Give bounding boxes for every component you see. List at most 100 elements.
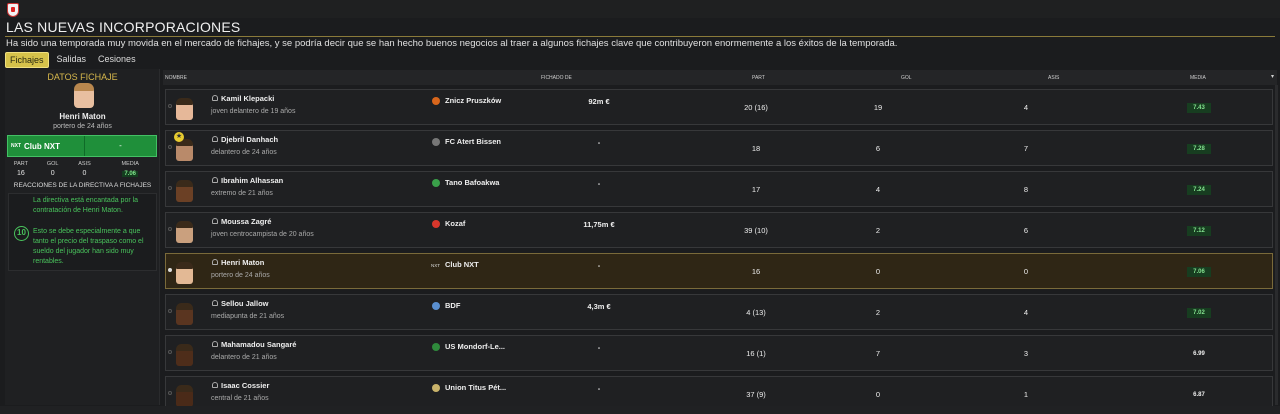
table-row[interactable]: Ibrahim Alhassan extremo de 21 años Tano B… — [165, 171, 1273, 207]
assists: 6 — [1023, 226, 1029, 235]
reaction-text-1: La directiva está encantada por la contr… — [33, 197, 139, 214]
club-name[interactable]: FC Atert Bissen — [445, 137, 501, 146]
player-name[interactable]: Mahamadou Sangaré — [221, 340, 296, 349]
club-badge-icon — [432, 179, 440, 187]
stat-value-asis: 0 — [82, 170, 87, 177]
club-badge-icon — [432, 384, 440, 392]
assists: 8 — [1023, 185, 1029, 194]
row-select-radio[interactable] — [168, 268, 172, 272]
stat-header-asis: ASIS — [78, 161, 91, 167]
col-header-gol[interactable]: GOL — [901, 75, 912, 81]
goals: 0 — [875, 390, 881, 399]
goals: 4 — [875, 185, 881, 194]
appearances: 39 (10) — [744, 226, 768, 235]
transfer-fee: 4,3m € — [587, 302, 611, 311]
player-face — [176, 262, 193, 284]
player-description: joven delantero de 19 años — [211, 108, 296, 115]
bottom-bar — [0, 406, 1280, 414]
average-rating: 6.87 — [1193, 392, 1205, 398]
table-row[interactable]: Henri Maton portero de 24 años NXT Club NXT… — [165, 253, 1273, 289]
club-crest-icon — [7, 3, 19, 17]
table-row[interactable]: Kamil Klepacki joven delantero de 19 años… — [165, 89, 1273, 125]
club-name[interactable]: US Mondorf-Le... — [445, 342, 505, 351]
player-avatar — [74, 83, 94, 108]
row-select-radio[interactable] — [168, 186, 172, 190]
average-rating: 7.24 — [1187, 185, 1211, 195]
col-header-media[interactable]: MEDIA — [1190, 75, 1206, 81]
table-row[interactable]: ★ Djebril Danhach delantero de 24 años FC A… — [165, 130, 1273, 166]
detail-player-name[interactable]: Henri Maton — [5, 112, 160, 121]
player-name[interactable]: Djebril Danhach — [221, 135, 278, 144]
reaction-text-2: Esto se debe especialmente a que tanto e… — [33, 228, 144, 265]
row-select-radio[interactable] — [168, 227, 172, 231]
player-name[interactable]: Moussa Zagré — [221, 217, 271, 226]
assists: 4 — [1023, 103, 1029, 112]
title-divider — [5, 36, 1275, 37]
player-face — [176, 221, 193, 243]
transfer-fee: - — [597, 343, 601, 352]
sort-arrow-icon[interactable]: ▾ — [1271, 73, 1274, 80]
transfer-fee: 92m € — [588, 97, 610, 106]
row-select-radio[interactable] — [168, 309, 172, 313]
tab-cesiones[interactable]: Cesiones — [94, 52, 140, 68]
reaction-score-badge: 10 — [14, 226, 29, 241]
detail-club[interactable]: NXT Club NXT — [8, 136, 85, 156]
stat-header-gol: GOL — [46, 161, 59, 167]
player-description: delantero de 21 años — [211, 354, 277, 361]
table-row[interactable]: Moussa Zagré joven centrocampista de 20 a… — [165, 212, 1273, 248]
col-header-part[interactable]: PART — [752, 75, 765, 81]
detail-heading: DATOS FICHAJE — [47, 72, 118, 82]
average-rating: 7.43 — [1187, 103, 1211, 113]
player-name[interactable]: Sellou Jallow — [221, 299, 269, 308]
club-name[interactable]: Union Titus Pét... — [445, 383, 506, 392]
row-select-radio[interactable] — [168, 391, 172, 395]
player-name[interactable]: Ibrahim Alhassan — [221, 176, 283, 185]
detail-club-name: Club NXT — [24, 141, 60, 151]
table-row[interactable]: Sellou Jallow mediapunta de 21 años BDF 4,3… — [165, 294, 1273, 330]
goals: 0 — [875, 267, 881, 276]
col-header-name[interactable]: NOMBRE — [165, 75, 187, 81]
appearances: 37 (9) — [746, 390, 766, 399]
row-select-radio[interactable] — [168, 145, 172, 149]
club-name[interactable]: BDF — [445, 301, 460, 310]
tab-salidas[interactable]: Salidas — [53, 52, 91, 68]
goals: 19 — [873, 103, 883, 112]
appearances: 20 (16) — [744, 103, 768, 112]
detail-player-desc: portero de 24 años — [53, 123, 112, 130]
assists: 0 — [1023, 267, 1029, 276]
stat-value-media: 7.06 — [122, 171, 139, 177]
player-face — [176, 303, 193, 325]
club-badge-icon: NXT — [431, 263, 440, 268]
club-name[interactable]: Kozaf — [445, 219, 465, 228]
player-face — [176, 98, 193, 120]
player-name[interactable]: Henri Maton — [221, 258, 264, 267]
average-rating: 7.12 — [1187, 226, 1211, 236]
player-name[interactable]: Kamil Klepacki — [221, 94, 274, 103]
assists: 1 — [1023, 390, 1029, 399]
row-select-radio[interactable] — [168, 104, 172, 108]
col-header-asis[interactable]: ASIS — [1048, 75, 1059, 81]
goals: 6 — [875, 144, 881, 153]
col-header-fee[interactable]: FICHADO DE — [541, 75, 572, 81]
player-face — [176, 180, 193, 202]
page-title: LAS NUEVAS INCORPORACIONES — [6, 19, 241, 35]
reactions-heading: REACCIONES DE LA DIRECTIVA A FICHAJES — [13, 182, 152, 189]
player-status-icon — [212, 300, 218, 306]
player-face — [176, 139, 193, 161]
table-row[interactable]: Mahamadou Sangaré delantero de 21 años US … — [165, 335, 1273, 371]
transfer-detail-panel: DATOS FICHAJE Henri Maton portero de 24 … — [5, 69, 160, 405]
detail-fee: - — [119, 141, 122, 150]
appearances: 18 — [751, 144, 761, 153]
stat-value-media-wrap: 7.06 — [100, 170, 160, 177]
club-name[interactable]: Tano Bafoakwa — [445, 178, 499, 187]
player-status-icon — [212, 341, 218, 347]
table-scrollbar[interactable] — [1275, 85, 1278, 405]
player-name[interactable]: Isaac Cossier — [221, 381, 269, 390]
row-select-radio[interactable] — [168, 350, 172, 354]
average-rating: 7.06 — [1187, 267, 1211, 277]
tab-fichajes[interactable]: Fichajes — [5, 52, 49, 68]
appearances: 16 (1) — [746, 349, 766, 358]
club-name[interactable]: Znicz Pruszków — [445, 96, 501, 105]
appearances: 16 — [751, 267, 761, 276]
club-name[interactable]: Club NXT — [445, 260, 479, 269]
